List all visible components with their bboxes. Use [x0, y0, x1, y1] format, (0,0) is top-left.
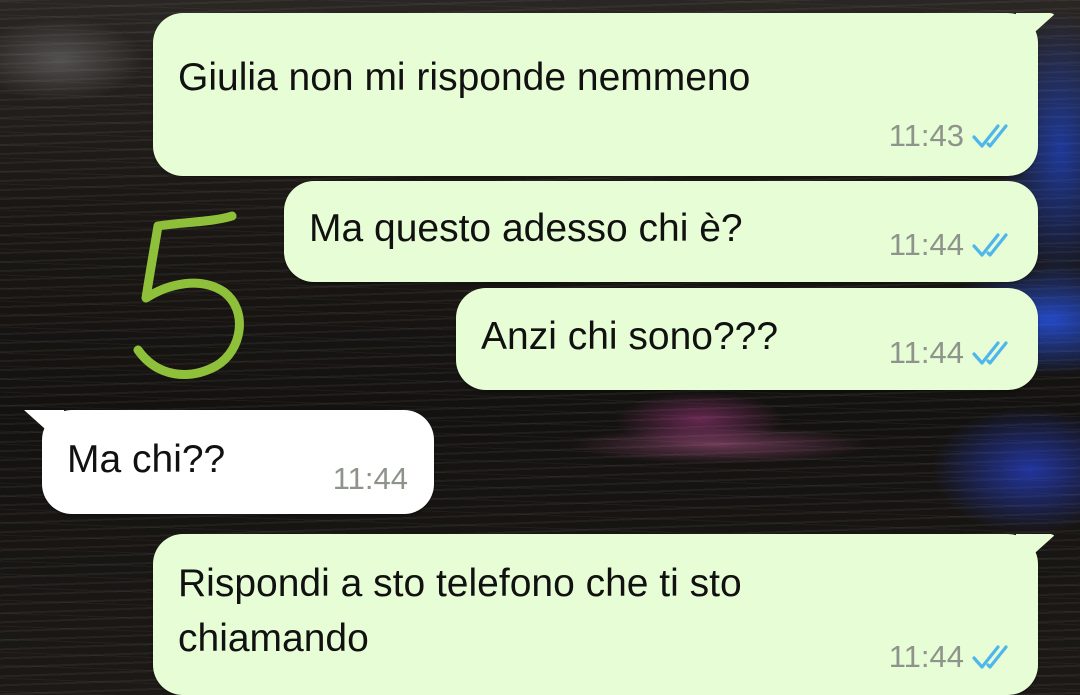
double-check-icon [972, 645, 1008, 669]
double-check-icon [972, 124, 1008, 148]
message-bubble-outgoing[interactable]: Giulia non mi risponde nemmeno 11:43 [153, 13, 1056, 176]
message-meta: 11:43 [889, 119, 1016, 153]
message-time: 11:44 [332, 461, 408, 496]
message-text: Ma questo adesso chi è? [309, 207, 743, 250]
message-time: 11:43 [888, 118, 964, 153]
message-meta: 11:44 [889, 336, 1016, 370]
message-bubble-outgoing[interactable]: Rispondi a sto telefono che ti sto chiam… [153, 534, 1056, 695]
handwritten-number-five [133, 211, 244, 379]
message-bubble-incoming[interactable]: Ma chi?? 11:44 [24, 410, 434, 514]
double-check-icon [972, 233, 1008, 257]
message-text: Anzi chi sono??? [481, 315, 779, 358]
message-time: 11:44 [888, 639, 964, 674]
bubble-tail [24, 410, 64, 446]
message-bubble-outgoing[interactable]: Anzi chi sono??? 11:44 [456, 288, 1038, 390]
message-meta: 11:44 [333, 462, 408, 496]
message-text: Giulia non mi risponde nemmeno [178, 56, 751, 99]
bubble-tail [1016, 534, 1056, 570]
message-meta: 11:44 [889, 640, 1016, 674]
chat-conversation: Giulia non mi risponde nemmeno 11:43 Ma … [0, 0, 1080, 695]
bubble-tail [1016, 13, 1056, 49]
message-bubble-outgoing[interactable]: Ma questo adesso chi è? 11:44 [284, 181, 1038, 282]
message-text: Ma chi?? [67, 438, 226, 481]
message-text-line-1: Rispondi a sto telefono che ti sto [178, 562, 742, 605]
message-time: 11:44 [888, 227, 964, 262]
message-meta: 11:44 [889, 228, 1016, 262]
double-check-icon [972, 341, 1008, 365]
message-text-line-2: chiamando [178, 617, 369, 660]
message-time: 11:44 [888, 335, 964, 370]
